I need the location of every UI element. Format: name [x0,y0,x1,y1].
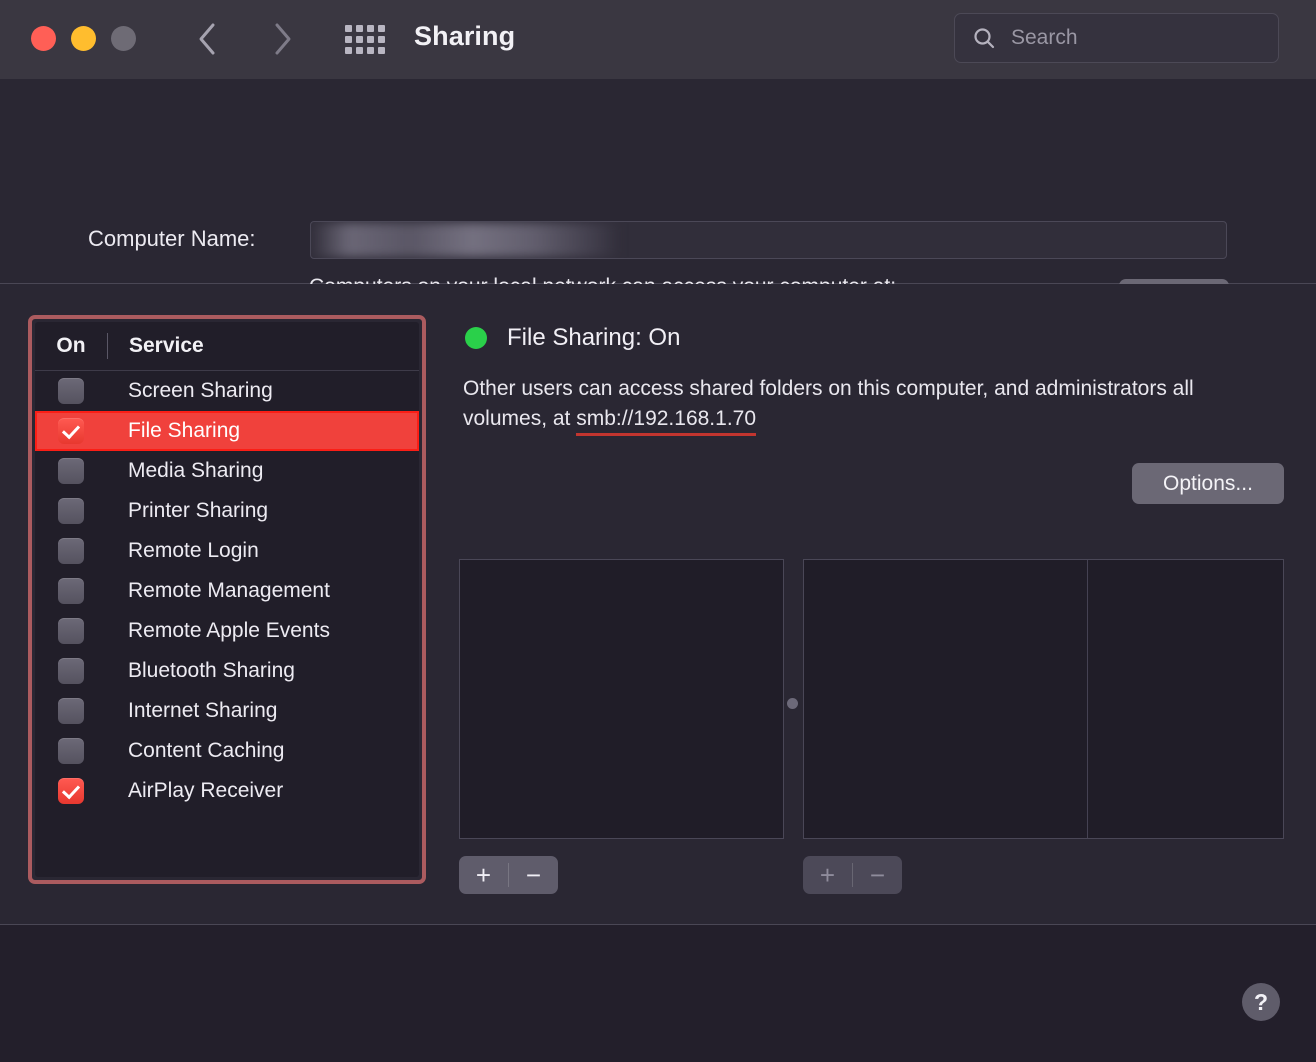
shared-folders-list[interactable] [459,559,784,839]
back-button[interactable] [184,16,230,62]
file-sharing-options-button[interactable]: Options... [1132,463,1284,504]
remove-shared-folder-button[interactable]: − [509,856,558,894]
search-icon [973,27,995,49]
service-checkbox-cell[interactable] [35,538,107,564]
status-text: File Sharing: On [507,324,681,351]
checkbox-bluetooth-sharing[interactable] [58,658,84,684]
checkbox-screen-sharing[interactable] [58,378,84,404]
checkbox-printer-sharing[interactable] [58,498,84,524]
service-checkbox-cell[interactable] [35,418,107,444]
pane-resize-handle[interactable] [787,698,798,709]
add-shared-folder-button[interactable]: + [459,856,508,894]
status-indicator-dot [465,327,487,349]
close-window-button[interactable] [31,26,56,51]
checkbox-remote-login[interactable] [58,538,84,564]
smb-url-link[interactable]: smb://192.168.1.70 [576,407,756,430]
file-sharing-description: Other users can access shared folders on… [463,374,1268,434]
checkbox-internet-sharing[interactable] [58,698,84,724]
shared-folders-add-remove-controls[interactable]: + − [459,856,558,894]
service-row-content-caching[interactable]: Content Caching [35,731,419,771]
service-label-remote-apple-events: Remote Apple Events [128,619,330,642]
services-list[interactable]: On Service Screen Sharing File Sharing M… [35,322,419,877]
services-list-header: On Service [35,322,419,371]
service-label-file-sharing: File Sharing [128,419,241,442]
sharing-preferences-window: Sharing Computer Name: Computers on your… [0,0,1316,1062]
service-label-media-sharing: Media Sharing [128,459,264,482]
service-row-bluetooth-sharing[interactable]: Bluetooth Sharing [35,651,419,691]
service-label-bluetooth-sharing: Bluetooth Sharing [128,659,295,682]
service-label-airplay-receiver: AirPlay Receiver [128,779,284,802]
chevron-right-icon [272,22,294,56]
service-checkbox-cell[interactable] [35,778,107,804]
service-checkbox-cell[interactable] [35,738,107,764]
service-row-remote-apple-events[interactable]: Remote Apple Events [35,611,419,651]
add-user-button[interactable]: + [803,856,852,894]
service-checkbox-cell[interactable] [35,378,107,404]
computer-name-input[interactable] [310,221,1227,259]
show-all-preferences-grid-icon[interactable] [342,22,388,56]
computer-name-label: Computer Name: [88,226,256,251]
service-label-remote-management: Remote Management [128,579,330,602]
service-row-media-sharing[interactable]: Media Sharing [35,451,419,491]
description-text: Other users can access shared folders on… [463,377,1194,430]
page-title: Sharing [414,21,516,51]
users-add-remove-controls[interactable]: + − [803,856,902,894]
services-list-annotation-outline: On Service Screen Sharing File Sharing M… [28,315,426,884]
service-checkbox-cell[interactable] [35,498,107,524]
service-label-content-caching: Content Caching [128,739,285,762]
users-list[interactable] [803,559,1284,839]
service-label-internet-sharing: Internet Sharing [128,699,278,722]
sharing-main-area: On Service Screen Sharing File Sharing M… [0,284,1316,925]
search-input[interactable] [1009,25,1243,51]
service-row-remote-management[interactable]: Remote Management [35,571,419,611]
forward-button[interactable] [260,16,306,62]
checkbox-media-sharing[interactable] [58,458,84,484]
service-status-row: File Sharing: On [465,324,680,352]
search-field[interactable] [954,13,1279,63]
service-checkbox-cell[interactable] [35,458,107,484]
service-row-airplay-receiver[interactable]: AirPlay Receiver [35,771,419,811]
service-row-internet-sharing[interactable]: Internet Sharing [35,691,419,731]
remove-user-button[interactable]: − [853,856,902,894]
zoom-window-button[interactable] [111,26,136,51]
checkbox-remote-management[interactable] [58,578,84,604]
help-button[interactable]: ? [1242,983,1280,1021]
service-row-printer-sharing[interactable]: Printer Sharing [35,491,419,531]
checkbox-airplay-receiver[interactable] [58,778,84,804]
window-footer: ? [0,925,1316,1062]
service-row-remote-login[interactable]: Remote Login [35,531,419,571]
service-label-screen-sharing: Screen Sharing [128,379,273,402]
redacted-computer-name [312,223,620,257]
checkbox-content-caching[interactable] [58,738,84,764]
service-label-remote-login: Remote Login [128,539,259,562]
service-checkbox-cell[interactable] [35,658,107,684]
chevron-left-icon [196,22,218,56]
service-checkbox-cell[interactable] [35,618,107,644]
service-row-screen-sharing[interactable]: Screen Sharing [35,371,419,411]
checkbox-remote-apple-events[interactable] [58,618,84,644]
service-checkbox-cell[interactable] [35,698,107,724]
service-checkbox-cell[interactable] [35,578,107,604]
column-header-service: Service [129,334,204,357]
service-label-printer-sharing: Printer Sharing [128,499,269,522]
minimize-window-button[interactable] [71,26,96,51]
window-titlebar: Sharing [0,0,1316,80]
checkbox-file-sharing[interactable] [58,418,84,444]
users-columns-divider [1087,560,1088,838]
computer-name-section: Computer Name: Computers on your local n… [0,79,1316,328]
column-header-on: On [56,334,86,357]
service-row-file-sharing[interactable]: File Sharing [35,411,419,451]
